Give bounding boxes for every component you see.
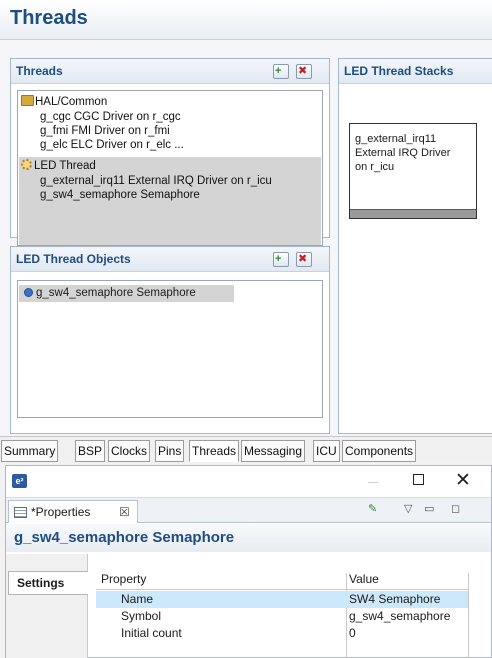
stack-module-box[interactable]: g_external_irq11 External IRQ Driver on … (349, 123, 477, 219)
property-value-cell[interactable]: 0 (349, 625, 356, 642)
stack-module-bar (350, 209, 476, 218)
property-name-cell: Initial count (121, 626, 182, 640)
tree-item-elc-driver[interactable]: g_elc ELC Driver on r_elc ... (40, 138, 184, 152)
tab-properties[interactable]: *Properties ☒ (8, 500, 138, 523)
property-name-cell: Symbol (121, 609, 162, 623)
maximize-view-icon[interactable]: ◻ (451, 502, 460, 518)
tree-item-label: HAL/Common (35, 96, 108, 108)
stacks-section: LED Thread Stacks g_external_irq11 Exter… (338, 58, 492, 434)
threads-tree[interactable]: HAL/Common g_cgc CGC Driver on r_cgc g_f… (17, 90, 323, 246)
tab-messaging[interactable]: Messaging (241, 440, 306, 462)
stacks-section-header: LED Thread Stacks (339, 59, 492, 84)
page-title: Threads (10, 7, 88, 29)
tab-summary[interactable]: Summary (1, 440, 59, 462)
properties-tab-label: *Properties (31, 505, 91, 519)
window-titlebar[interactable]: e² ✕ (6, 466, 491, 496)
close-icon: ✕ (455, 470, 471, 491)
tree-item-cgc-driver[interactable]: g_cgc CGC Driver on r_cgc (40, 110, 181, 124)
threads-section-title: Threads (16, 64, 63, 78)
tab-pins[interactable]: Pins (155, 440, 185, 462)
selection-title: g_sw4_semaphore Semaphore (14, 529, 235, 546)
threads-editor: Threads Threads + ✖ HAL/Common g_cgc CGC… (0, 0, 492, 435)
close-button[interactable]: ✕ (449, 471, 477, 491)
table-row[interactable]: Name SW4 Semaphore (96, 591, 468, 608)
pin-view-icon[interactable]: ✎ (368, 502, 377, 518)
tree-item-label: g_fmi FMI Driver on r_fmi (40, 125, 170, 137)
tab-threads[interactable]: Threads (189, 440, 240, 462)
tab-components[interactable]: Components (342, 440, 417, 462)
tab-close-icon[interactable]: ☒ (119, 501, 130, 523)
selection-title-bar: g_sw4_semaphore Semaphore (6, 524, 491, 552)
properties-icon (14, 507, 27, 518)
tab-settings[interactable]: Settings (8, 571, 88, 595)
maximize-button[interactable] (404, 471, 432, 491)
table-row[interactable]: Symbol g_sw4_semaphore (96, 608, 468, 625)
minimize-button[interactable] (359, 471, 387, 491)
tree-item-label: LED Thread (34, 160, 96, 172)
gear-icon (21, 159, 32, 170)
tree-item-label: g_cgc CGC Driver on r_cgc (40, 111, 181, 123)
tree-item-label: g_external_irq11 External IRQ Driver on … (40, 175, 272, 187)
table-right-border (468, 573, 469, 658)
app-root: Threads Threads + ✖ HAL/Common g_cgc CGC… (0, 0, 492, 658)
tab-bsp[interactable]: BSP (75, 440, 106, 462)
property-name-cell: Name (121, 592, 154, 606)
add-object-icon[interactable]: + (273, 252, 289, 267)
view-menu-icon[interactable]: ▽ (404, 502, 412, 518)
tree-item-sw4-semaphore[interactable]: g_sw4_semaphore Semaphore (40, 188, 200, 202)
tree-item-external-irq[interactable]: g_external_irq11 External IRQ Driver on … (40, 174, 272, 188)
header-property: Property (101, 572, 147, 586)
tree-item-label: g_sw4_semaphore Semaphore (40, 189, 200, 201)
minimize-view-icon[interactable]: ▭ (424, 502, 434, 518)
threads-section: Threads + ✖ HAL/Common g_cgc CGC Driver … (10, 58, 330, 246)
blue-dot-icon (24, 288, 33, 297)
tab-clocks[interactable]: Clocks (108, 440, 151, 462)
table-header-row: Property Value (96, 571, 468, 590)
remove-object-icon[interactable]: ✖ (296, 252, 312, 267)
objects-list[interactable]: g_sw4_semaphore Semaphore (17, 280, 323, 418)
objects-section-title: LED Thread Objects (16, 252, 131, 266)
list-item-label: g_sw4_semaphore Semaphore (36, 287, 196, 299)
tab-icu[interactable]: ICU (313, 440, 340, 462)
threads-section-header: Threads + ✖ (11, 59, 329, 84)
objects-section: LED Thread Objects + ✖ g_sw4_semaphore S… (10, 246, 330, 434)
add-thread-icon[interactable]: + (273, 64, 289, 79)
tree-item-hal-common[interactable]: HAL/Common (21, 95, 107, 109)
minimize-icon (368, 482, 378, 483)
tree-item-led-thread[interactable]: LED Thread (21, 159, 96, 173)
objects-section-header: LED Thread Objects + ✖ (11, 247, 329, 272)
properties-window: e² ✕ *Properties ☒ ✎ ▽ ▭ ◻ g_sw4_semapho… (5, 465, 492, 658)
maximize-icon (413, 474, 424, 485)
settings-column: Settings (6, 554, 88, 658)
tree-item-fmi-driver[interactable]: g_fmi FMI Driver on r_fmi (40, 124, 170, 138)
remove-thread-icon[interactable]: ✖ (296, 64, 312, 79)
folder-icon (21, 95, 34, 106)
stacks-section-title: LED Thread Stacks (344, 64, 454, 78)
property-value-cell[interactable]: SW4 Semaphore (349, 591, 440, 608)
list-item-sw4-semaphore[interactable]: g_sw4_semaphore Semaphore (19, 285, 234, 302)
table-row[interactable]: Initial count 0 (96, 625, 468, 642)
editor-tab-strip: Summary BSP Clocks Pins Threads Messagin… (0, 436, 492, 462)
tree-item-label: g_elc ELC Driver on r_elc ... (40, 139, 184, 151)
stack-module-label: g_external_irq11 External IRQ Driver on … (355, 133, 451, 173)
app-icon: e² (12, 474, 27, 488)
view-tabbar: *Properties ☒ ✎ ▽ ▭ ◻ (6, 497, 491, 523)
header-value: Value (349, 572, 379, 586)
editor-header: Threads (0, 0, 492, 40)
property-value-cell[interactable]: g_sw4_semaphore (349, 608, 450, 625)
